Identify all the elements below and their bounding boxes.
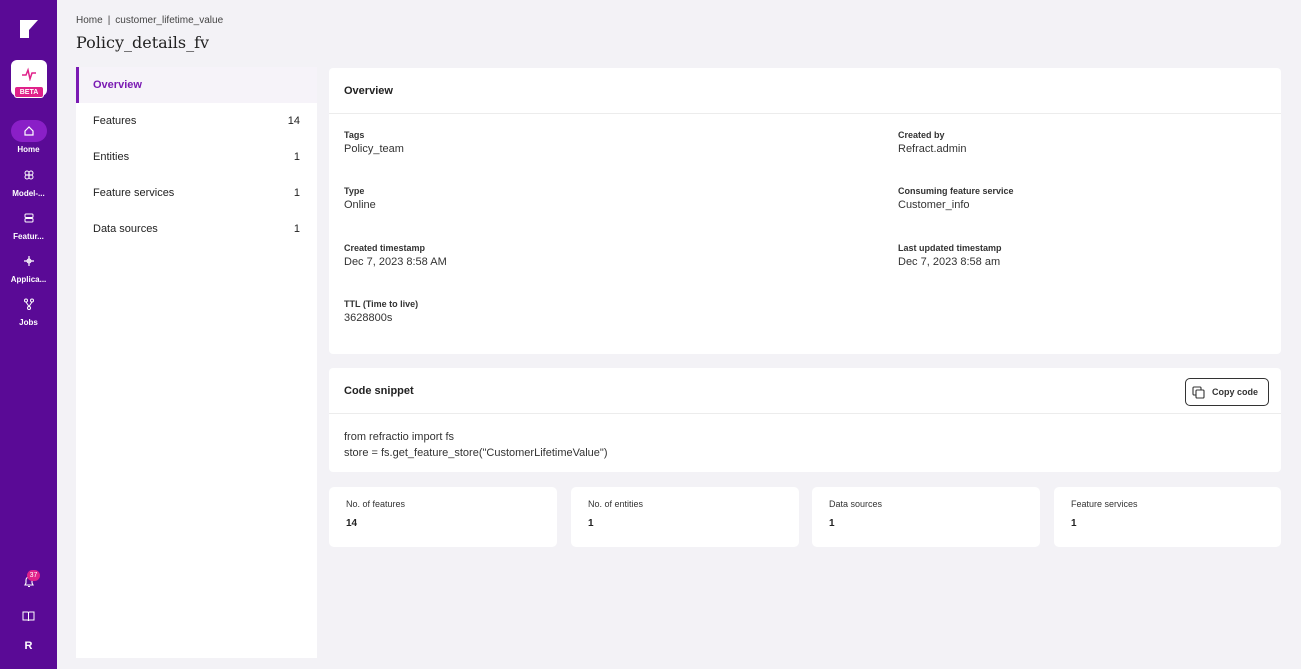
code-block: from refractio import fs store = fs.get_… <box>344 429 607 461</box>
subnav-count: 1 <box>293 187 300 199</box>
stat-card-entities: No. of entities 1 <box>571 487 799 547</box>
beta-badge: BETA <box>14 86 44 98</box>
book-icon <box>22 611 35 622</box>
subnav-entities[interactable]: Entities 1 <box>76 139 317 175</box>
applications-icon <box>11 250 47 272</box>
copy-code-label: Copy code <box>1212 387 1259 397</box>
stat-label: No. of entities <box>588 499 644 509</box>
breadcrumb-separator: | <box>107 15 111 26</box>
field-value: Dec 7, 2023 8:58 AM <box>344 256 447 268</box>
subnav-label: Features <box>93 115 137 127</box>
field-label: Consuming feature service <box>898 186 1014 196</box>
subnav-label: Entities <box>93 151 130 163</box>
home-icon <box>10 120 47 142</box>
field-value: Online <box>344 199 376 211</box>
breadcrumb-current[interactable]: customer_lifetime_value <box>115 15 223 26</box>
app-logo-icon[interactable] <box>18 18 40 40</box>
code-snippet-card: Code snippet Copy code from refractio im… <box>329 368 1281 472</box>
nav-models[interactable]: Model-... <box>0 164 57 198</box>
field-tags: Tags Policy_team <box>344 130 404 155</box>
copy-code-button[interactable]: Copy code <box>1185 378 1269 406</box>
stat-card-feature-services: Feature services 1 <box>1054 487 1281 547</box>
nav-jobs[interactable]: Jobs <box>0 293 57 327</box>
stat-card-data-sources: Data sources 1 <box>812 487 1040 547</box>
subnav-label: Data sources <box>93 223 158 235</box>
stat-label: Data sources <box>829 499 883 509</box>
field-label: Tags <box>344 130 365 140</box>
code-line: store = fs.get_feature_store("CustomerLi… <box>344 447 608 459</box>
field-value: Customer_info <box>898 199 970 211</box>
field-consuming-service: Consuming feature service Customer_info <box>898 186 1014 211</box>
copy-icon <box>1192 386 1205 399</box>
nav-feature-store[interactable]: Featur... <box>0 207 57 241</box>
field-label: Type <box>344 186 365 196</box>
field-value: Dec 7, 2023 8:58 am <box>898 256 1001 268</box>
subnav-feature-services[interactable]: Feature services 1 <box>76 175 317 211</box>
nav-home[interactable]: Home <box>0 120 57 154</box>
left-rail: BETA Home Model-... Featur... Applica...… <box>0 0 57 669</box>
subnav-count: 1 <box>293 223 300 235</box>
subnav-label: Feature services <box>93 187 175 199</box>
nav-models-label: Model-... <box>12 189 45 198</box>
nav-feature-store-label: Featur... <box>13 232 44 241</box>
nav-jobs-label: Jobs <box>19 318 38 327</box>
stat-value: 1 <box>588 518 594 529</box>
overview-title: Overview <box>329 68 1281 114</box>
field-label: Last updated timestamp <box>898 243 1002 253</box>
subnav-count: 1 <box>293 151 300 163</box>
field-label: Created timestamp <box>344 243 426 253</box>
stat-label: Feature services <box>1071 499 1138 509</box>
user-avatar[interactable]: R <box>0 640 57 652</box>
docs-button[interactable] <box>0 609 57 627</box>
code-line: from refractio import fs <box>344 431 455 443</box>
subnav-features[interactable]: Features 14 <box>76 103 317 139</box>
subnav-label: Overview <box>93 79 142 91</box>
breadcrumb: Home | customer_lifetime_value <box>76 15 223 26</box>
nav-applications-label: Applica... <box>10 275 47 284</box>
nav-applications[interactable]: Applica... <box>0 250 57 284</box>
stat-value: 14 <box>346 518 358 529</box>
subnav-data-sources[interactable]: Data sources 1 <box>76 211 317 247</box>
field-value: Refract.admin <box>898 143 967 155</box>
field-created-timestamp: Created timestamp Dec 7, 2023 8:58 AM <box>344 243 447 268</box>
stat-value: 1 <box>829 518 835 529</box>
field-label: TTL (Time to live) <box>344 299 419 309</box>
field-ttl: TTL (Time to live) 3628800s <box>344 299 418 324</box>
code-snippet-title: Code snippet <box>329 368 1281 414</box>
nav-home-label: Home <box>17 145 40 154</box>
notification-count-badge: 37 <box>27 570 40 581</box>
breadcrumb-home[interactable]: Home <box>76 15 103 26</box>
field-value: 3628800s <box>344 312 393 324</box>
detail-subnav: Overview Features 14 Entities 1 Feature … <box>76 67 317 658</box>
field-value: Policy_team <box>344 143 404 155</box>
subnav-count: 14 <box>287 115 300 127</box>
field-label: Created by <box>898 130 945 140</box>
models-icon <box>11 164 47 186</box>
page-title: Policy_details_fv <box>76 33 210 52</box>
pulse-icon <box>22 67 36 81</box>
field-updated-timestamp: Last updated timestamp Dec 7, 2023 8:58 … <box>898 243 1002 268</box>
stat-value: 1 <box>1071 518 1077 529</box>
subnav-overview[interactable]: Overview <box>76 67 317 103</box>
jobs-icon <box>11 293 47 315</box>
stat-label: No. of features <box>346 499 406 509</box>
field-created-by: Created by Refract.admin <box>898 130 966 155</box>
feature-store-icon <box>11 207 47 229</box>
stat-card-features: No. of features 14 <box>329 487 557 547</box>
overview-card: Overview Tags Policy_team Created by Ref… <box>329 68 1281 354</box>
field-type: Type Online <box>344 186 376 211</box>
